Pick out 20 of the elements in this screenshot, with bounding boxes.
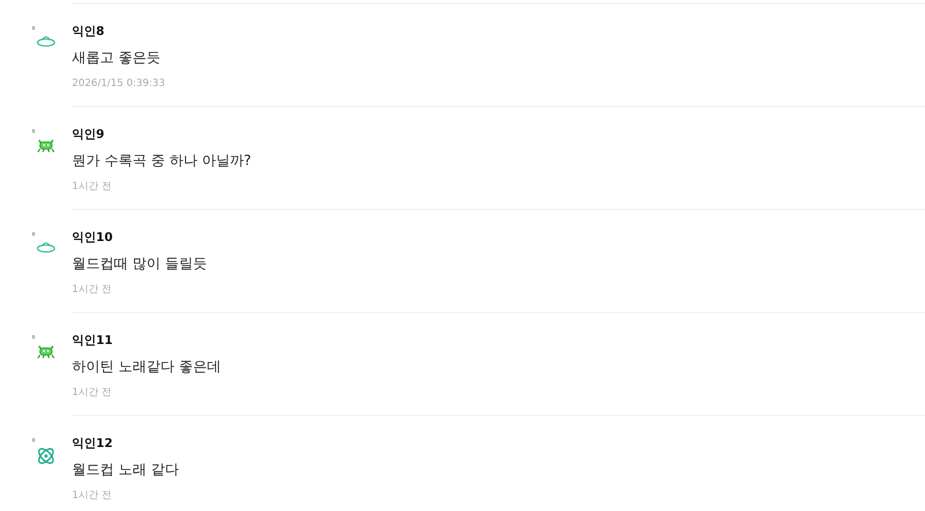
ufo-icon <box>36 34 56 48</box>
author-name: 익인11 <box>72 332 114 348</box>
comment-text: 뭔가 수록곡 중 하나 아닐까? <box>72 152 252 170</box>
author-name: 익인9 <box>72 126 106 142</box>
comment-text: 월드컵때 많이 들릴듯 <box>72 255 208 273</box>
author-name: 익인8 <box>72 23 106 39</box>
comment-text: 새롭고 좋은듯 <box>72 49 162 67</box>
comment-time: 1시간 전 <box>72 386 113 400</box>
crab-icon <box>36 137 56 153</box>
comment-time: 1시간 전 <box>72 180 113 194</box>
comment-time: 1시간 전 <box>72 283 113 297</box>
crab-icon <box>36 343 56 359</box>
comment-time: 2026/1/15 0:39:33 <box>72 77 166 91</box>
atom-icon <box>36 446 56 466</box>
ufo-icon <box>36 240 56 254</box>
author-name: 익인12 <box>72 435 114 451</box>
comment-text: 월드컵 노래 같다 <box>72 461 180 479</box>
author-name: 익인10 <box>72 229 114 245</box>
comment-time: 1시간 전 <box>72 489 113 503</box>
comment-text: 하이틴 노래같다 좋은데 <box>72 358 222 376</box>
